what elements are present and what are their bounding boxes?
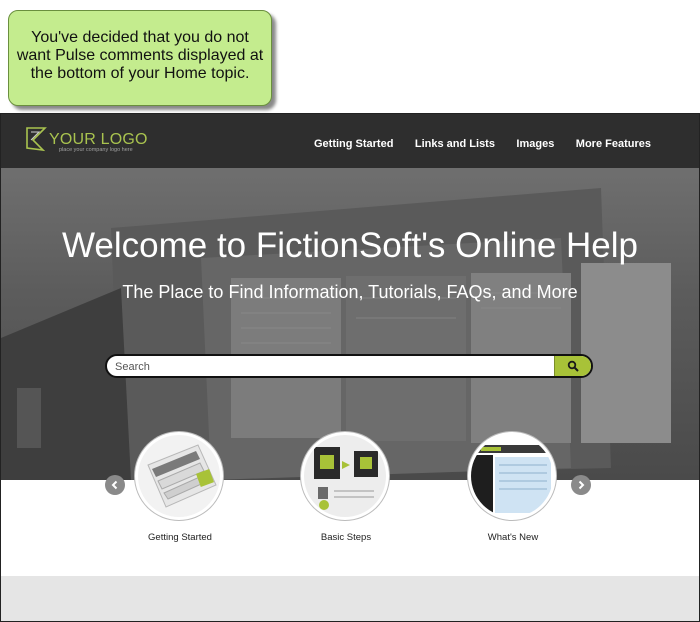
search-input[interactable] bbox=[115, 359, 545, 374]
help-site-frame: YOUR LOGO place your company logo here G… bbox=[0, 113, 700, 622]
carousel-next-button[interactable] bbox=[571, 475, 591, 495]
footer-band bbox=[1, 576, 699, 621]
top-navbar: YOUR LOGO place your company logo here G… bbox=[1, 114, 699, 168]
tile-label: Basic Steps bbox=[320, 532, 372, 543]
hero-subtitle: The Place to Find Information, Tutorials… bbox=[122, 282, 578, 302]
search-bar bbox=[105, 354, 593, 378]
nav-links: Getting Started Links and Lists Images M… bbox=[297, 134, 651, 152]
instruction-callout: You've decided that you do not want Puls… bbox=[8, 10, 272, 106]
tile-image-whats-new bbox=[468, 432, 556, 520]
nav-item-images[interactable]: Images bbox=[516, 138, 554, 150]
nav-item-links-and-lists[interactable]: Links and Lists bbox=[415, 138, 495, 150]
tile-basic-steps[interactable]: Basic Steps bbox=[301, 432, 391, 543]
carousel-prev-button[interactable] bbox=[105, 475, 125, 495]
tile-image-basic-steps bbox=[301, 432, 389, 520]
chevron-left-icon bbox=[111, 480, 118, 490]
chevron-right-icon bbox=[578, 480, 585, 490]
search-button[interactable] bbox=[554, 356, 591, 376]
nav-item-getting-started[interactable]: Getting Started bbox=[314, 138, 393, 150]
tile-label: What's New bbox=[487, 532, 539, 543]
tile-image-getting-started bbox=[135, 432, 223, 520]
logo-mark-icon bbox=[26, 127, 47, 152]
tile-label: Getting Started bbox=[148, 532, 212, 543]
search-icon bbox=[567, 360, 579, 372]
hero-title: Welcome to FictionSoft's Online Help bbox=[62, 226, 638, 265]
logo[interactable]: YOUR LOGO place your company logo here bbox=[25, 126, 155, 156]
logo-subtitle: place your company logo here bbox=[59, 147, 133, 153]
tile-whats-new[interactable]: What's New bbox=[468, 432, 558, 543]
tile-getting-started[interactable]: Getting Started bbox=[135, 432, 225, 543]
callout-text: You've decided that you do not want Puls… bbox=[16, 29, 264, 82]
nav-item-more-features[interactable]: More Features bbox=[576, 138, 651, 150]
